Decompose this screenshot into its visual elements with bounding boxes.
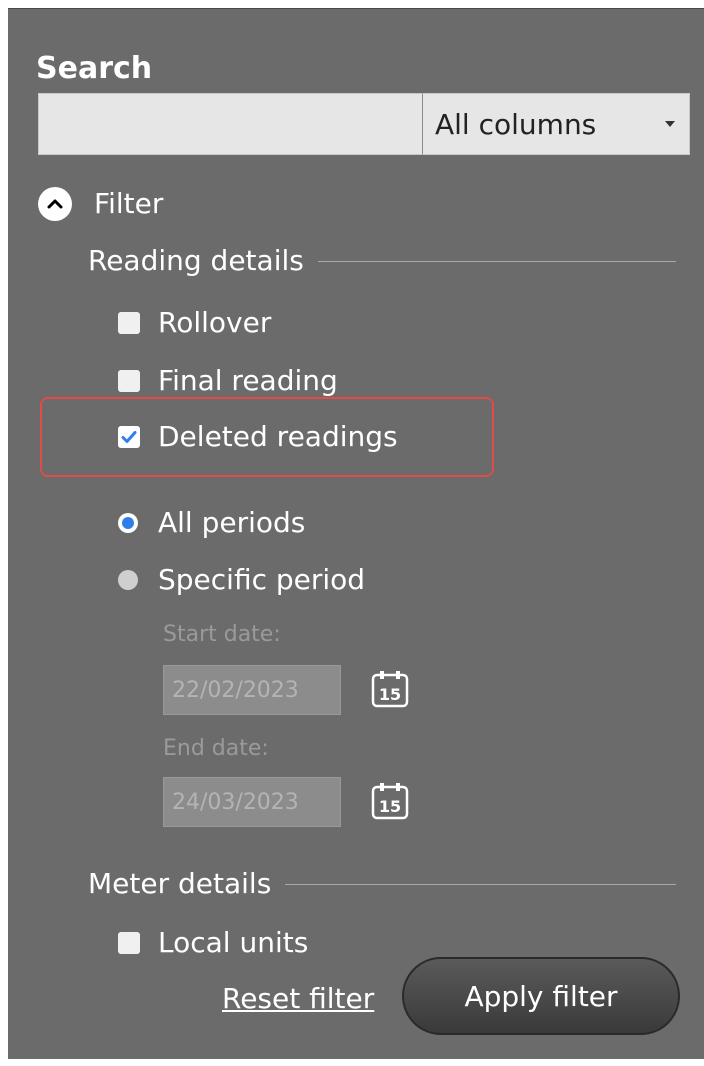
final-reading-checkbox[interactable] [118,370,140,392]
reading-details-title: Reading details [88,244,304,277]
end-date-label: End date: [163,736,269,761]
chevron-up-circle-icon [38,187,72,221]
search-scope-value: All columns [435,107,597,141]
search-row: All columns [38,93,690,155]
divider [317,260,676,262]
start-date-field[interactable] [163,665,341,715]
rollover-checkbox[interactable] [118,312,140,334]
all-periods-label: All periods [158,506,306,539]
final-reading-checkbox-row[interactable]: Final reading [118,361,338,401]
search-scope-dropdown[interactable]: All columns [423,93,690,155]
filter-label: Filter [94,187,164,220]
divider [285,883,676,885]
all-periods-radio[interactable] [118,513,138,533]
caret-down-icon [665,121,675,127]
deleted-readings-label: Deleted readings [158,420,398,453]
local-units-checkbox-row[interactable]: Local units [118,923,308,963]
deleted-readings-checkbox-row[interactable]: Deleted readings [118,417,398,457]
filter-panel: Search All columns Filter Reading detail… [8,8,704,1059]
meter-details-title: Meter details [88,867,272,900]
specific-period-radio[interactable] [118,570,138,590]
deleted-readings-checkbox[interactable] [118,426,140,448]
calendar-day: 15 [379,797,401,816]
apply-filter-button[interactable]: Apply filter [402,957,680,1035]
checkmark-icon [121,431,137,443]
start-date-label: Start date: [163,622,281,647]
specific-period-radio-row[interactable]: Specific period [118,560,365,600]
meter-details-header: Meter details [88,864,676,904]
search-input[interactable] [38,93,423,155]
specific-period-label: Specific period [158,563,366,596]
local-units-label: Local units [158,926,309,959]
calendar-icon[interactable]: 15 [370,669,410,709]
rollover-checkbox-row[interactable]: Rollover [118,303,271,343]
reading-details-header: Reading details [88,241,676,281]
calendar-day: 15 [379,685,401,704]
search-title: Search [36,51,153,86]
all-periods-radio-row[interactable]: All periods [118,503,305,543]
calendar-icon[interactable]: 15 [370,781,410,821]
local-units-checkbox[interactable] [118,932,140,954]
reset-filter-link[interactable]: Reset filter [222,979,374,1019]
filter-toggle[interactable]: Filter [38,184,163,224]
end-date-field[interactable] [163,777,341,827]
final-reading-label: Final reading [158,364,338,397]
rollover-label: Rollover [158,306,272,339]
